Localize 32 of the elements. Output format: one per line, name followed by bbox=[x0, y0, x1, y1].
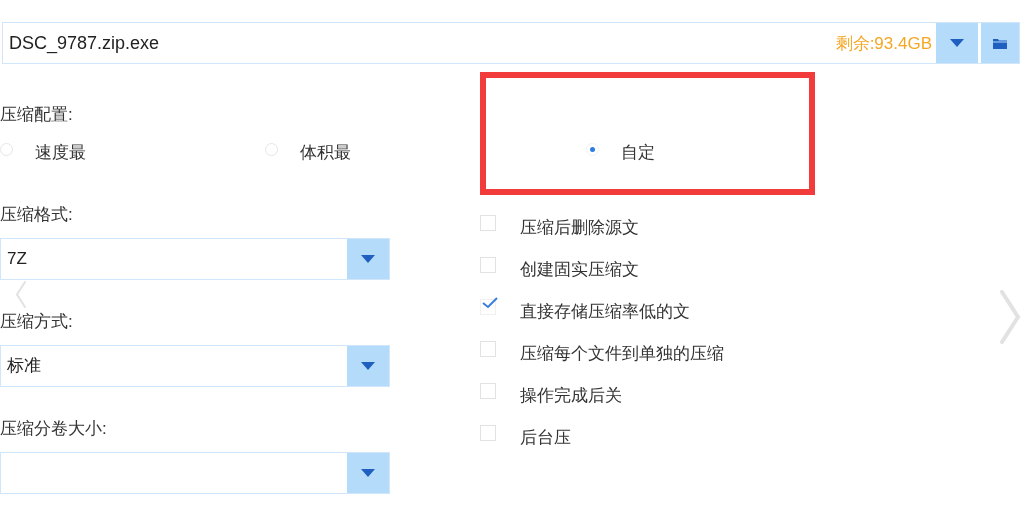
checkbox-label: 压缩后删除源文 bbox=[520, 216, 639, 239]
caret-icon bbox=[361, 469, 375, 477]
field-label: 压缩分卷大小: bbox=[0, 418, 108, 440]
caret-icon bbox=[950, 39, 964, 47]
checkbox-label: 直接存储压缩率低的文 bbox=[520, 300, 690, 323]
file-name: DSC_9787.zip.exe bbox=[8, 32, 161, 54]
path-field[interactable]: DSC_9787.zip.exe 剩余:93.4GB bbox=[2, 22, 1020, 64]
checkbox[interactable] bbox=[480, 215, 496, 231]
dropdown-field[interactable]: 标准 bbox=[0, 345, 390, 387]
checkbox-label: 创建固实压缩文 bbox=[520, 258, 639, 281]
checkbox[interactable] bbox=[480, 341, 496, 357]
radio-label: 速度最 bbox=[35, 142, 86, 164]
field-label: 压缩格式: bbox=[0, 204, 74, 226]
folder-icon bbox=[993, 37, 1007, 49]
checkbox[interactable] bbox=[480, 257, 496, 273]
dropdown-button[interactable] bbox=[936, 23, 978, 63]
free-space-label: 剩余:93.4GB bbox=[835, 32, 933, 55]
radio-label: 体积最 bbox=[300, 142, 351, 164]
radio-label: 自定 bbox=[621, 142, 655, 164]
dropdown-field[interactable] bbox=[0, 452, 390, 494]
checkbox-label: 后台压 bbox=[520, 426, 571, 449]
field-label: 压缩方式: bbox=[0, 311, 74, 333]
section-label: 压缩配置: bbox=[0, 104, 74, 126]
checkbox[interactable] bbox=[480, 383, 496, 399]
checkbox[interactable] bbox=[480, 299, 496, 315]
dropdown-field[interactable]: 7Z bbox=[0, 238, 390, 280]
checkbox-label: 操作完成后关 bbox=[520, 384, 622, 407]
browse-button[interactable] bbox=[981, 23, 1019, 63]
caret-icon bbox=[361, 362, 375, 370]
checkbox-label: 压缩每个文件到单独的压缩 bbox=[520, 342, 724, 365]
checkbox[interactable] bbox=[480, 425, 496, 441]
caret-icon bbox=[361, 255, 375, 263]
